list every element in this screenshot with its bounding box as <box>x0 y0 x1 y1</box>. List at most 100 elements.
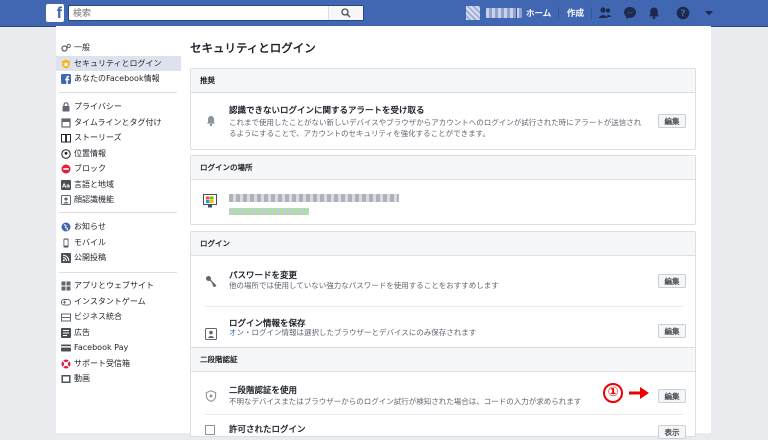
checkbox-icon <box>205 425 215 435</box>
login-alert-row[interactable]: 認識できないログインに関するアラートを受け取る これまで使用したことがない新しい… <box>191 93 695 149</box>
svg-text:?: ? <box>680 9 685 19</box>
profile-link[interactable] <box>466 6 522 20</box>
edit-button[interactable]: 編集 <box>658 324 686 338</box>
sidebar-item-mobile[interactable]: モバイル <box>56 235 181 251</box>
gamepad-icon <box>61 298 71 305</box>
sidebar-item-label: お知らせ <box>74 222 106 231</box>
notifications-icon[interactable] <box>647 6 661 20</box>
search-icon <box>341 8 351 18</box>
sidebar-item-stories[interactable]: ストーリーズ <box>56 130 181 146</box>
row-title: 許可されたログイン <box>229 425 306 435</box>
sidebar-group-privacy: プライバシー タイムラインとタグ付け ストーリーズ 位置情報 ブロック Aa 言… <box>56 99 181 208</box>
create-link[interactable]: 作成 <box>567 7 584 19</box>
block-icon <box>61 164 71 174</box>
sidebar-item-label: 顔認識機能 <box>74 195 114 204</box>
search-input[interactable] <box>73 7 333 20</box>
save-login-status: オン <box>229 328 244 337</box>
video-icon <box>61 375 71 383</box>
sidebar-item-label: 一般 <box>74 43 90 52</box>
desktop-windows-icon <box>203 194 217 208</box>
business-icon <box>61 313 71 322</box>
sidebar-item-general[interactable]: 一般 <box>56 40 181 56</box>
ads-icon <box>61 327 71 338</box>
sidebar-divider <box>59 92 177 93</box>
sidebar-item-timeline-tagging[interactable]: タイムラインとタグ付け <box>56 115 181 131</box>
sidebar-group-apps: アプリとウェブサイト インスタントゲーム ビジネス統合 広告 Facebook … <box>56 278 181 387</box>
key-icon <box>206 276 217 287</box>
sidebar-group-account: 一般 セキュリティとログイン あなたのFacebook情報 <box>56 40 181 87</box>
sidebar-item-language-region[interactable]: Aa 言語と地域 <box>56 177 181 193</box>
sidebar-item-business-integrations[interactable]: ビジネス統合 <box>56 309 181 325</box>
sidebar-item-location[interactable]: 位置情報 <box>56 146 181 162</box>
row-description: これまで使用したことがない新しいデバイスやブラウザからアカウントへのログインが試… <box>229 118 642 138</box>
sidebar-item-notifications[interactable]: お知らせ <box>56 219 181 235</box>
sidebar-item-label: ブロック <box>74 164 106 173</box>
sidebar-item-support-inbox[interactable]: サポート受信箱 <box>56 356 181 372</box>
row-description: 不明なデバイスまたはブラウザーからのログイン試行が検知された場合は、コードの入力… <box>229 397 582 406</box>
account-menu-icon[interactable] <box>702 6 716 20</box>
messenger-icon[interactable] <box>623 6 637 20</box>
bell-icon <box>207 116 215 127</box>
sidebar-item-label: 広告 <box>74 327 90 337</box>
sidebar-item-security[interactable]: セキュリティとログイン <box>56 55 181 71</box>
section-header: ログインの場所 <box>191 156 695 180</box>
apps-icon <box>61 281 71 291</box>
book-icon <box>61 134 71 143</box>
home-link[interactable]: ホーム <box>526 7 551 19</box>
sidebar-item-label: インスタントゲーム <box>74 296 146 306</box>
facebook-logo[interactable]: f <box>46 4 64 22</box>
sidebar-item-face-recognition[interactable]: 顔認識機能 <box>56 192 181 208</box>
card-icon <box>61 344 71 352</box>
friends-icon[interactable] <box>598 6 612 20</box>
nav-divider <box>591 7 592 19</box>
lifebuoy-icon <box>61 359 71 368</box>
face-icon <box>61 195 71 205</box>
sidebar-item-label: タイムラインとタグ付け <box>74 117 162 127</box>
sidebar-divider <box>59 212 177 213</box>
location-icon <box>61 148 71 159</box>
top-navigation-bar: f ホーム 作成 ? <box>0 0 768 27</box>
edit-button[interactable]: 編集 <box>658 274 686 288</box>
authorized-logins-row[interactable]: 許可されたログイン 表示 <box>191 415 695 439</box>
sidebar-item-facebook-pay[interactable]: Facebook Pay <box>56 340 181 356</box>
sidebar-item-label: ストーリーズ <box>74 133 122 142</box>
search-button[interactable] <box>328 6 363 20</box>
change-password-row[interactable]: パスワードを変更 他の場所では使用していない強力なパスワードを使用することをおす… <box>191 256 695 306</box>
sidebar-item-label: 公開投稿 <box>74 253 106 262</box>
rss-icon <box>61 253 71 263</box>
globe-icon <box>61 222 71 232</box>
sidebar-item-label: 動画 <box>74 374 90 383</box>
section-header: ログイン <box>191 232 695 256</box>
annotation-arrow-icon <box>629 387 649 399</box>
row-title: 二段階認証を使用 <box>229 386 298 396</box>
sidebar-item-label: 言語と地域 <box>74 179 114 189</box>
sidebar-item-instant-games[interactable]: インスタントゲーム <box>56 294 181 310</box>
sidebar-item-label: Facebook Pay <box>74 343 129 352</box>
search-box <box>68 5 364 21</box>
sidebar-item-privacy[interactable]: プライバシー <box>56 99 181 115</box>
save-login-desc: ・ログイン情報は選択したブラウザーとデバイスにのみ保存されます <box>244 328 477 337</box>
section-header: 二段階認証 <box>191 348 695 372</box>
sidebar-item-public-posts[interactable]: 公開投稿 <box>56 250 181 266</box>
sidebar-item-label: アプリとウェブサイト <box>74 281 154 290</box>
user-card-icon <box>205 328 217 340</box>
view-button[interactable]: 表示 <box>658 425 686 439</box>
nav-divider <box>558 7 559 19</box>
sidebar-item-your-facebook-info[interactable]: あなたのFacebook情報 <box>56 71 181 87</box>
edit-button[interactable]: 編集 <box>658 114 686 128</box>
sidebar-item-label: セキュリティとログイン <box>74 58 162 68</box>
avatar <box>466 6 480 20</box>
sidebar-item-ads[interactable]: 広告 <box>56 325 181 341</box>
sidebar-item-blocking[interactable]: ブロック <box>56 161 181 177</box>
sidebar-item-videos[interactable]: 動画 <box>56 371 181 387</box>
edit-button[interactable]: 編集 <box>658 389 686 403</box>
sidebar-item-label: モバイル <box>74 237 106 247</box>
sidebar-item-label: プライバシー <box>74 102 122 111</box>
help-icon[interactable]: ? <box>676 6 690 20</box>
session-row[interactable] <box>191 180 695 224</box>
nav-divider <box>516 7 517 19</box>
recommended-section: 推奨 認識できないログインに関するアラートを受け取る これまで使用したことがない… <box>190 68 696 150</box>
sidebar-item-label: ビジネス統合 <box>74 312 122 321</box>
sidebar-item-apps-websites[interactable]: アプリとウェブサイト <box>56 278 181 294</box>
annotation-number: ① <box>603 383 623 403</box>
